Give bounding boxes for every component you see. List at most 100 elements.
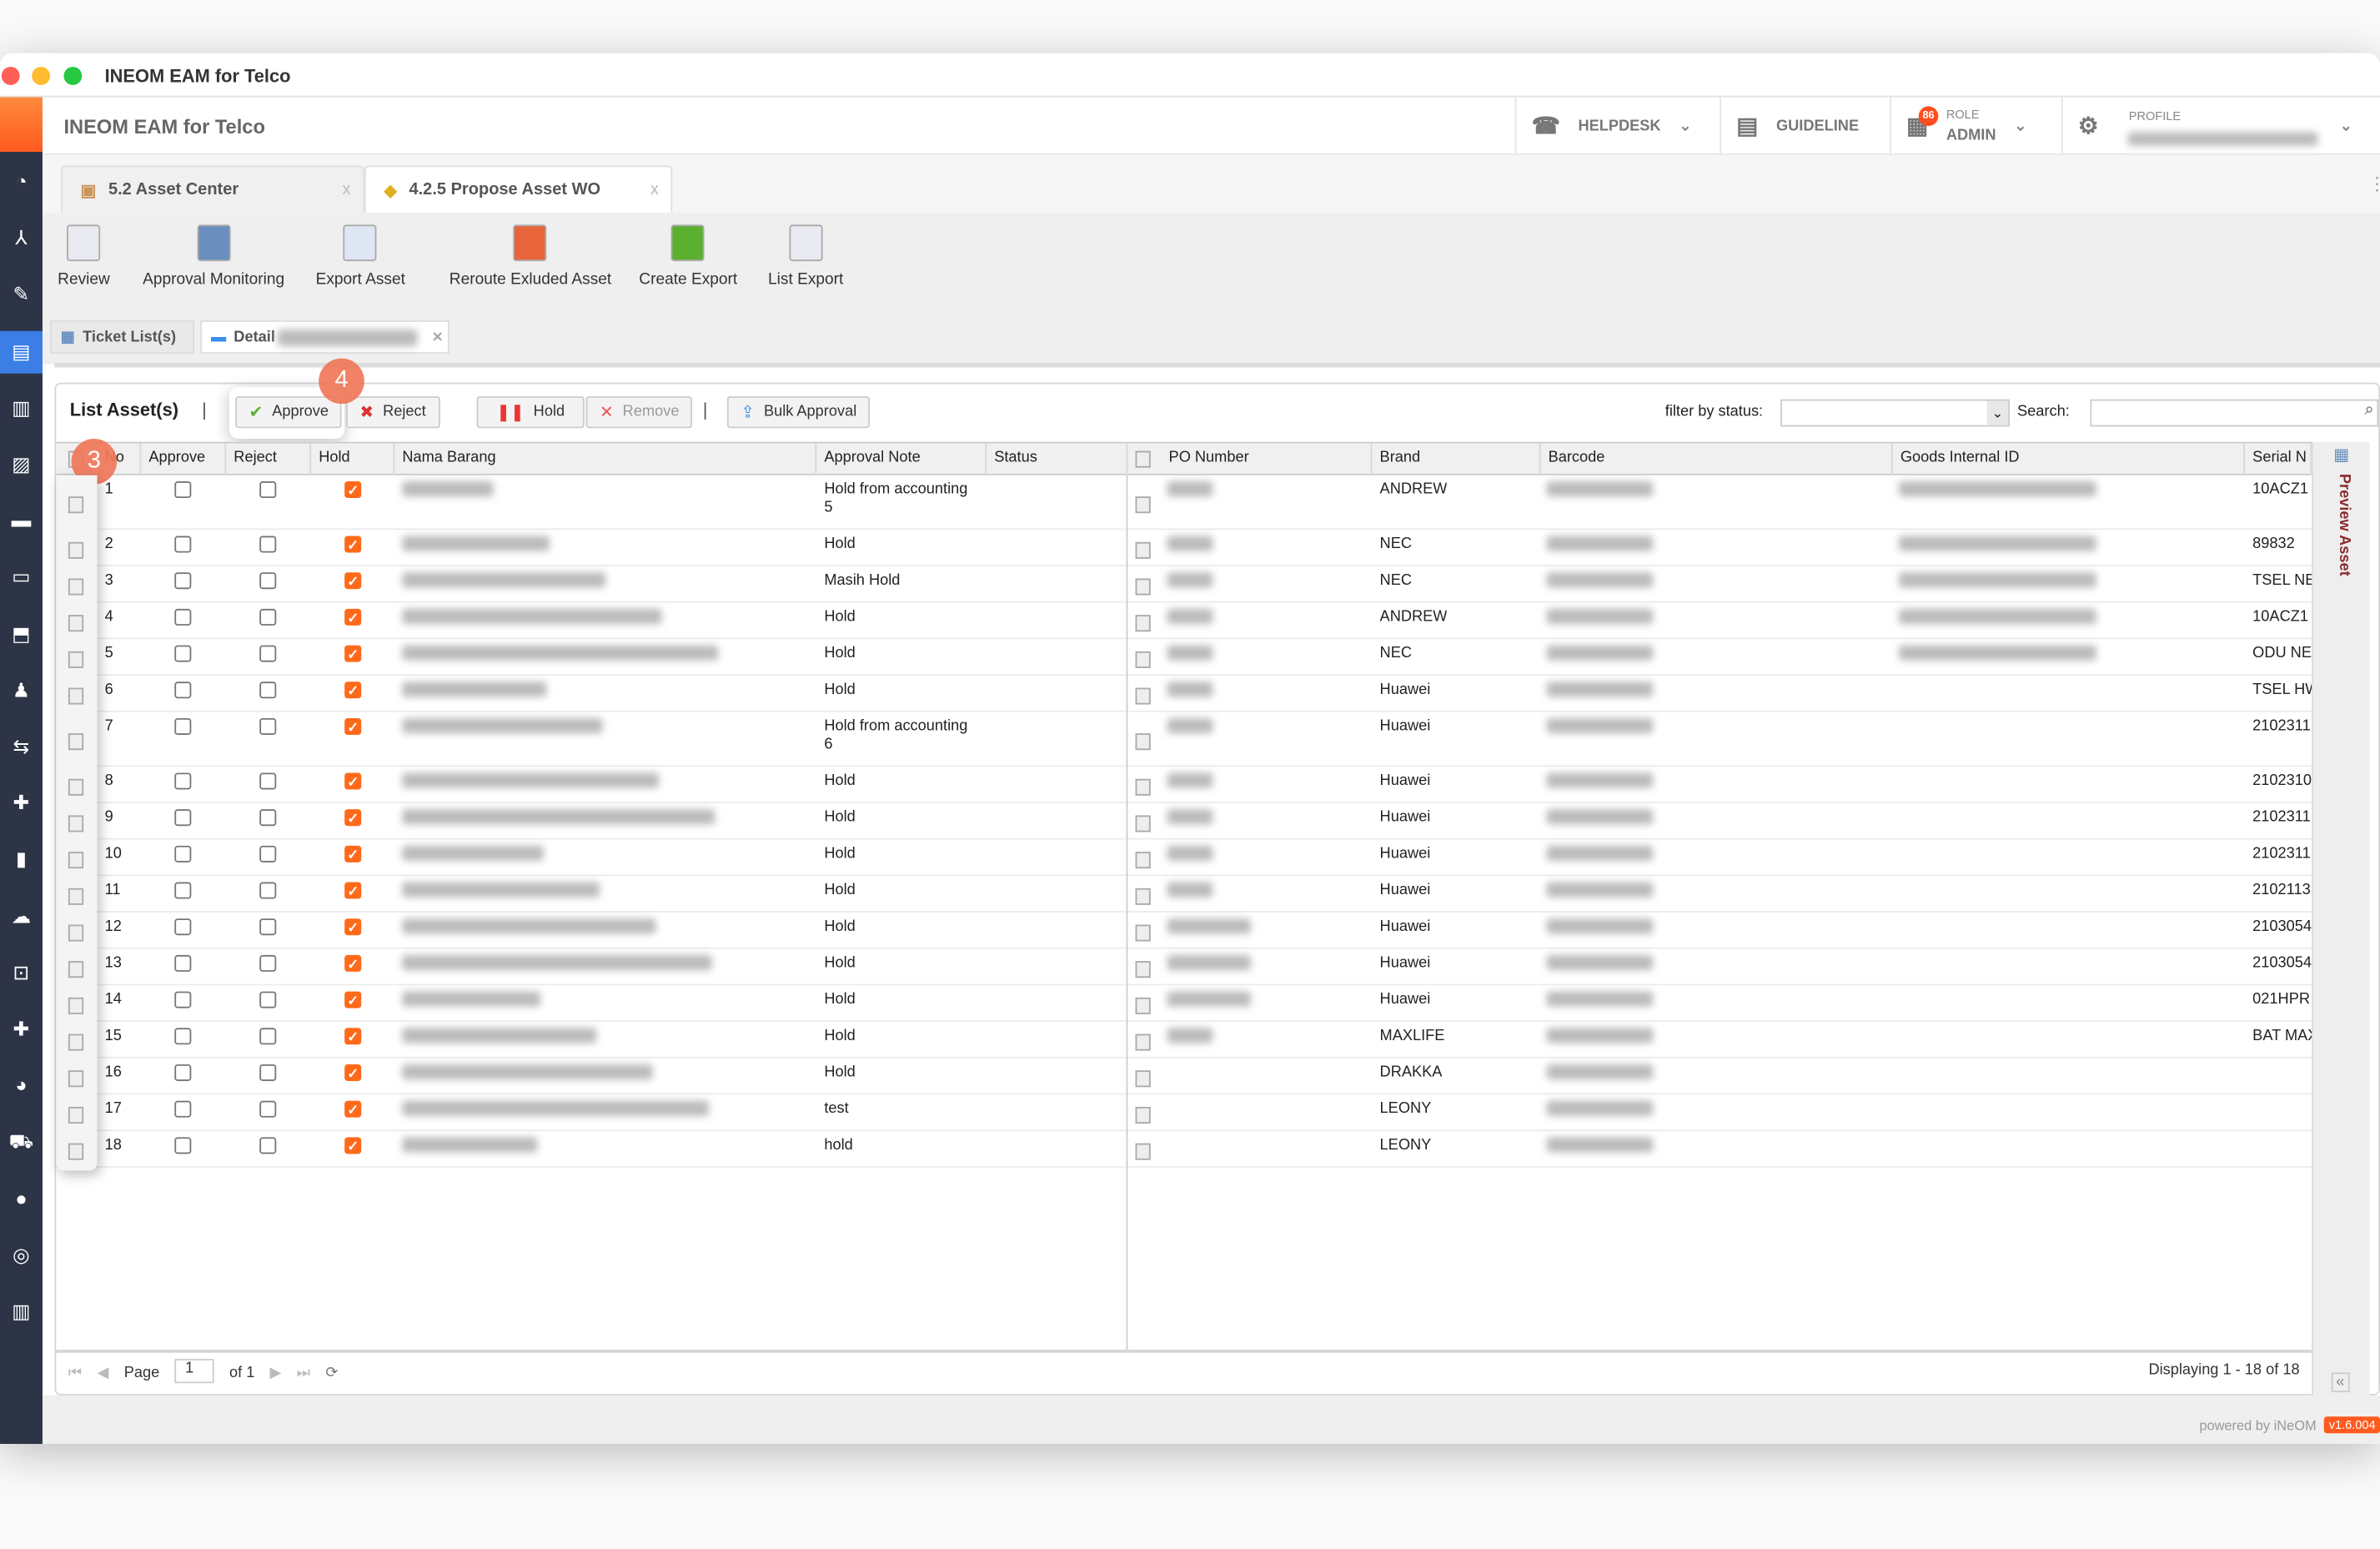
hold-checkbox[interactable]: ✓ bbox=[344, 481, 361, 498]
bulk-approval-button[interactable]: ⇪Bulk Approval bbox=[727, 396, 871, 428]
column-header-goods-internal-id[interactable]: Goods Internal ID bbox=[1893, 443, 2245, 475]
tab-ticket-list[interactable]: ▦Ticket List(s) bbox=[50, 320, 194, 354]
hold-checkbox[interactable]: ✓ bbox=[344, 955, 361, 972]
table-row[interactable]: 5✓Hold bbox=[56, 639, 1126, 676]
row-select-checkbox[interactable] bbox=[1136, 998, 1151, 1014]
toolbar-button-create-export[interactable]: Create Export bbox=[639, 224, 737, 288]
logo-icon[interactable] bbox=[0, 97, 43, 152]
page-input[interactable]: 1 bbox=[174, 1359, 213, 1383]
approve-checkbox[interactable] bbox=[174, 772, 191, 789]
store-icon[interactable]: ▬ bbox=[0, 500, 43, 542]
approve-checkbox[interactable] bbox=[174, 992, 191, 1008]
table-row[interactable]: Huawei2103054 bbox=[1127, 913, 2312, 949]
reject-checkbox[interactable] bbox=[259, 718, 276, 735]
row-select-checkbox[interactable] bbox=[68, 651, 83, 668]
table-row[interactable]: Huawei2102311 bbox=[1127, 840, 2312, 877]
approve-checkbox[interactable] bbox=[174, 536, 191, 553]
approve-checkbox[interactable] bbox=[174, 609, 191, 626]
table-row[interactable]: 18✓hold bbox=[56, 1131, 1126, 1168]
users-icon[interactable]: ♟ bbox=[0, 669, 43, 712]
reject-checkbox[interactable] bbox=[259, 536, 276, 553]
table-row[interactable]: 17✓test bbox=[56, 1094, 1126, 1131]
row-select-checkbox[interactable] bbox=[1136, 688, 1151, 705]
table-row[interactable]: LEONY bbox=[1127, 1094, 2312, 1131]
table-row[interactable]: NECTSEL NE bbox=[1127, 566, 2312, 603]
toolbar-button-approval-monitoring[interactable]: Approval Monitoring bbox=[143, 224, 284, 288]
reject-checkbox[interactable] bbox=[259, 772, 276, 789]
approve-checkbox[interactable] bbox=[174, 1064, 191, 1081]
search-icon[interactable]: ⌕ bbox=[2365, 401, 2374, 421]
row-select-checkbox[interactable] bbox=[1136, 961, 1151, 978]
more-options-icon[interactable]: ⋮ bbox=[2368, 174, 2380, 194]
row-select-checkbox[interactable] bbox=[1136, 1070, 1151, 1087]
remove-button[interactable]: ✕Remove bbox=[586, 396, 693, 428]
row-select-checkbox[interactable] bbox=[1136, 925, 1151, 942]
approve-checkbox[interactable] bbox=[174, 809, 191, 826]
row-select-checkbox[interactable] bbox=[1136, 615, 1151, 631]
clipboard-list-icon[interactable]: ▥ bbox=[0, 387, 43, 430]
approve-checkbox[interactable] bbox=[174, 718, 191, 735]
reject-checkbox[interactable] bbox=[259, 1101, 276, 1118]
reject-checkbox[interactable] bbox=[259, 609, 276, 626]
next-page-icon[interactable]: ▶ bbox=[270, 1364, 282, 1381]
row-select-checkbox[interactable] bbox=[1136, 542, 1151, 559]
table-row[interactable]: Huawei021HPR bbox=[1127, 985, 2312, 1022]
table-row[interactable]: NEC89832 bbox=[1127, 530, 2312, 566]
reject-checkbox[interactable] bbox=[259, 918, 276, 935]
hold-checkbox[interactable]: ✓ bbox=[344, 809, 361, 826]
approve-checkbox[interactable] bbox=[174, 1137, 191, 1154]
table-row[interactable]: ANDREW10ACZ1 bbox=[1127, 475, 2312, 531]
toolbar-button-export-asset[interactable]: Export Asset bbox=[316, 224, 405, 288]
tab-detail[interactable]: ▬Detail✕ bbox=[200, 320, 449, 354]
approve-checkbox[interactable] bbox=[174, 1028, 191, 1044]
table-row[interactable]: 10✓Hold bbox=[56, 840, 1126, 877]
hold-checkbox[interactable]: ✓ bbox=[344, 572, 361, 589]
row-select-checkbox[interactable] bbox=[68, 733, 83, 750]
hold-checkbox[interactable]: ✓ bbox=[344, 772, 361, 789]
row-select-checkbox[interactable] bbox=[1136, 1107, 1151, 1124]
row-select-checkbox[interactable] bbox=[1136, 733, 1151, 750]
lock-icon[interactable]: ⊡ bbox=[0, 952, 43, 994]
table-row[interactable]: ANDREW10ACZ1 bbox=[1127, 603, 2312, 640]
refresh-icon[interactable]: ⟳ bbox=[325, 1364, 338, 1381]
minimize-window-button[interactable] bbox=[32, 67, 50, 85]
close-tab-icon[interactable]: x bbox=[342, 181, 350, 199]
archive-icon[interactable]: ⬒ bbox=[0, 613, 43, 656]
table-row[interactable]: 15✓Hold bbox=[56, 1022, 1126, 1059]
approve-checkbox[interactable] bbox=[174, 681, 191, 698]
table-row[interactable]: Huawei2102311 bbox=[1127, 712, 2312, 767]
reject-checkbox[interactable] bbox=[259, 992, 276, 1008]
close-tab-icon[interactable]: x bbox=[650, 181, 659, 199]
hold-checkbox[interactable]: ✓ bbox=[344, 681, 361, 698]
row-select-checkbox[interactable] bbox=[68, 852, 83, 868]
approve-checkbox[interactable] bbox=[174, 646, 191, 662]
row-select-checkbox[interactable] bbox=[1136, 888, 1151, 905]
column-header-nama-barang[interactable]: Nama Barang bbox=[394, 443, 816, 475]
table-row[interactable]: Huawei2102113 bbox=[1127, 876, 2312, 913]
table-row[interactable]: 8✓Hold bbox=[56, 767, 1126, 803]
hold-checkbox[interactable]: ✓ bbox=[344, 536, 361, 553]
report-icon[interactable]: ▥ bbox=[0, 1290, 43, 1333]
table-row[interactable]: 3✓Masih Hold bbox=[56, 566, 1126, 603]
column-header-serial-n[interactable]: Serial N bbox=[2245, 443, 2312, 475]
map-pin-icon[interactable]: ● bbox=[0, 1178, 43, 1220]
approve-checkbox[interactable] bbox=[174, 481, 191, 498]
row-select-checkbox[interactable] bbox=[1136, 496, 1151, 513]
plugin-icon[interactable]: ✚ bbox=[0, 1008, 43, 1051]
approve-checkbox[interactable] bbox=[174, 883, 191, 899]
chart-icon[interactable]: ◕ bbox=[0, 1064, 43, 1107]
row-select-checkbox[interactable] bbox=[68, 1034, 83, 1051]
radar-icon[interactable]: ◎ bbox=[0, 1234, 43, 1276]
table-row[interactable]: 16✓Hold bbox=[56, 1059, 1126, 1095]
row-select-checkbox[interactable] bbox=[68, 779, 83, 796]
reject-checkbox[interactable] bbox=[259, 646, 276, 662]
table-row[interactable]: Huawei2103054 bbox=[1127, 949, 2312, 986]
chevron-down-icon[interactable]: ⌄ bbox=[1987, 401, 2008, 425]
table-row[interactable]: Huawei2102310 bbox=[1127, 767, 2312, 803]
collapse-icon[interactable]: « bbox=[2332, 1372, 2349, 1392]
row-select-checkbox[interactable] bbox=[1136, 852, 1151, 868]
reject-checkbox[interactable] bbox=[259, 846, 276, 863]
hold-checkbox[interactable]: ✓ bbox=[344, 718, 361, 735]
cloud-icon[interactable]: ☁ bbox=[0, 895, 43, 938]
column-header-brand[interactable]: Brand bbox=[1372, 443, 1540, 475]
